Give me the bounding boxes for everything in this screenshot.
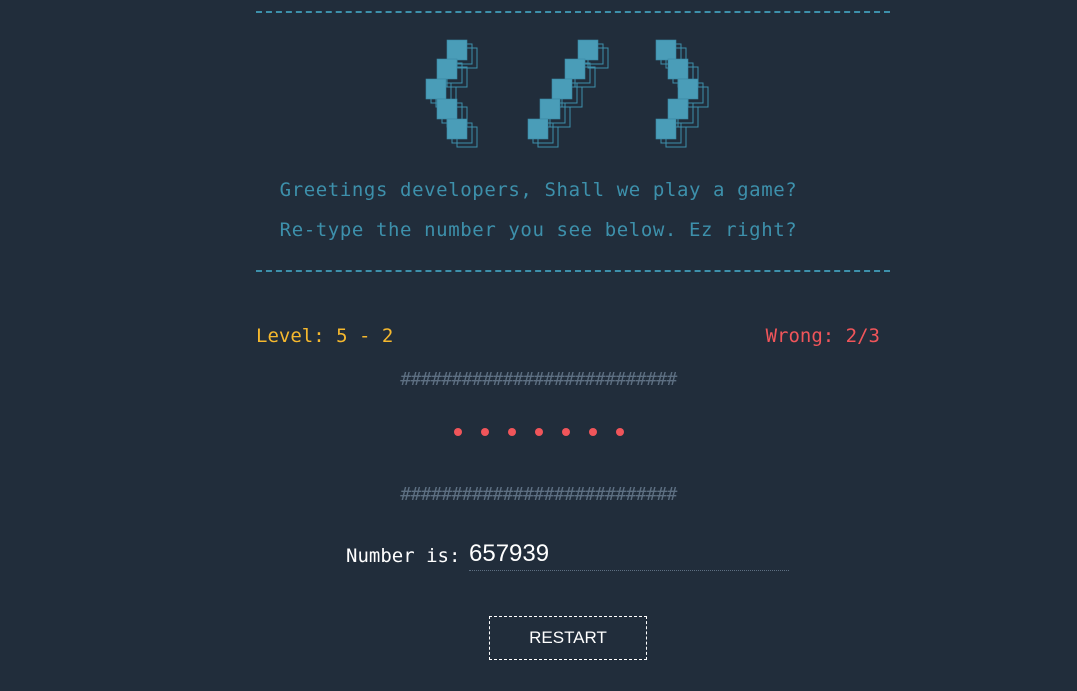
wrong-counter: Wrong: 2/3 [765,325,880,347]
hidden-digit-dot [561,428,570,436]
hidden-digit-dot [588,428,597,436]
game-screen: Greetings developers, Shall we play a ga… [0,0,1077,691]
greeting-line-1: Greetings developers, Shall we play a ga… [279,179,798,201]
hidden-digit-dot [480,428,489,436]
hidden-digit-dot [453,428,462,436]
hidden-digit-dot [534,428,543,436]
restart-button[interactable]: RESTART [489,616,647,660]
top-divider [256,11,890,13]
hidden-digit-dot [615,428,624,436]
number-input[interactable] [469,538,789,571]
level-indicator: Level: 5 - 2 [256,325,394,347]
hidden-digit-dot [507,428,516,436]
hash-border-bottom: ########################### [400,484,677,505]
hidden-number [0,428,1077,436]
greeting-line-2: Re-type the number you see below. Ez rig… [279,219,798,241]
bottom-divider [256,270,890,272]
number-label: Number is: [346,545,461,567]
code-brackets-logo-icon [425,39,709,148]
hash-border-top: ########################### [400,369,677,390]
